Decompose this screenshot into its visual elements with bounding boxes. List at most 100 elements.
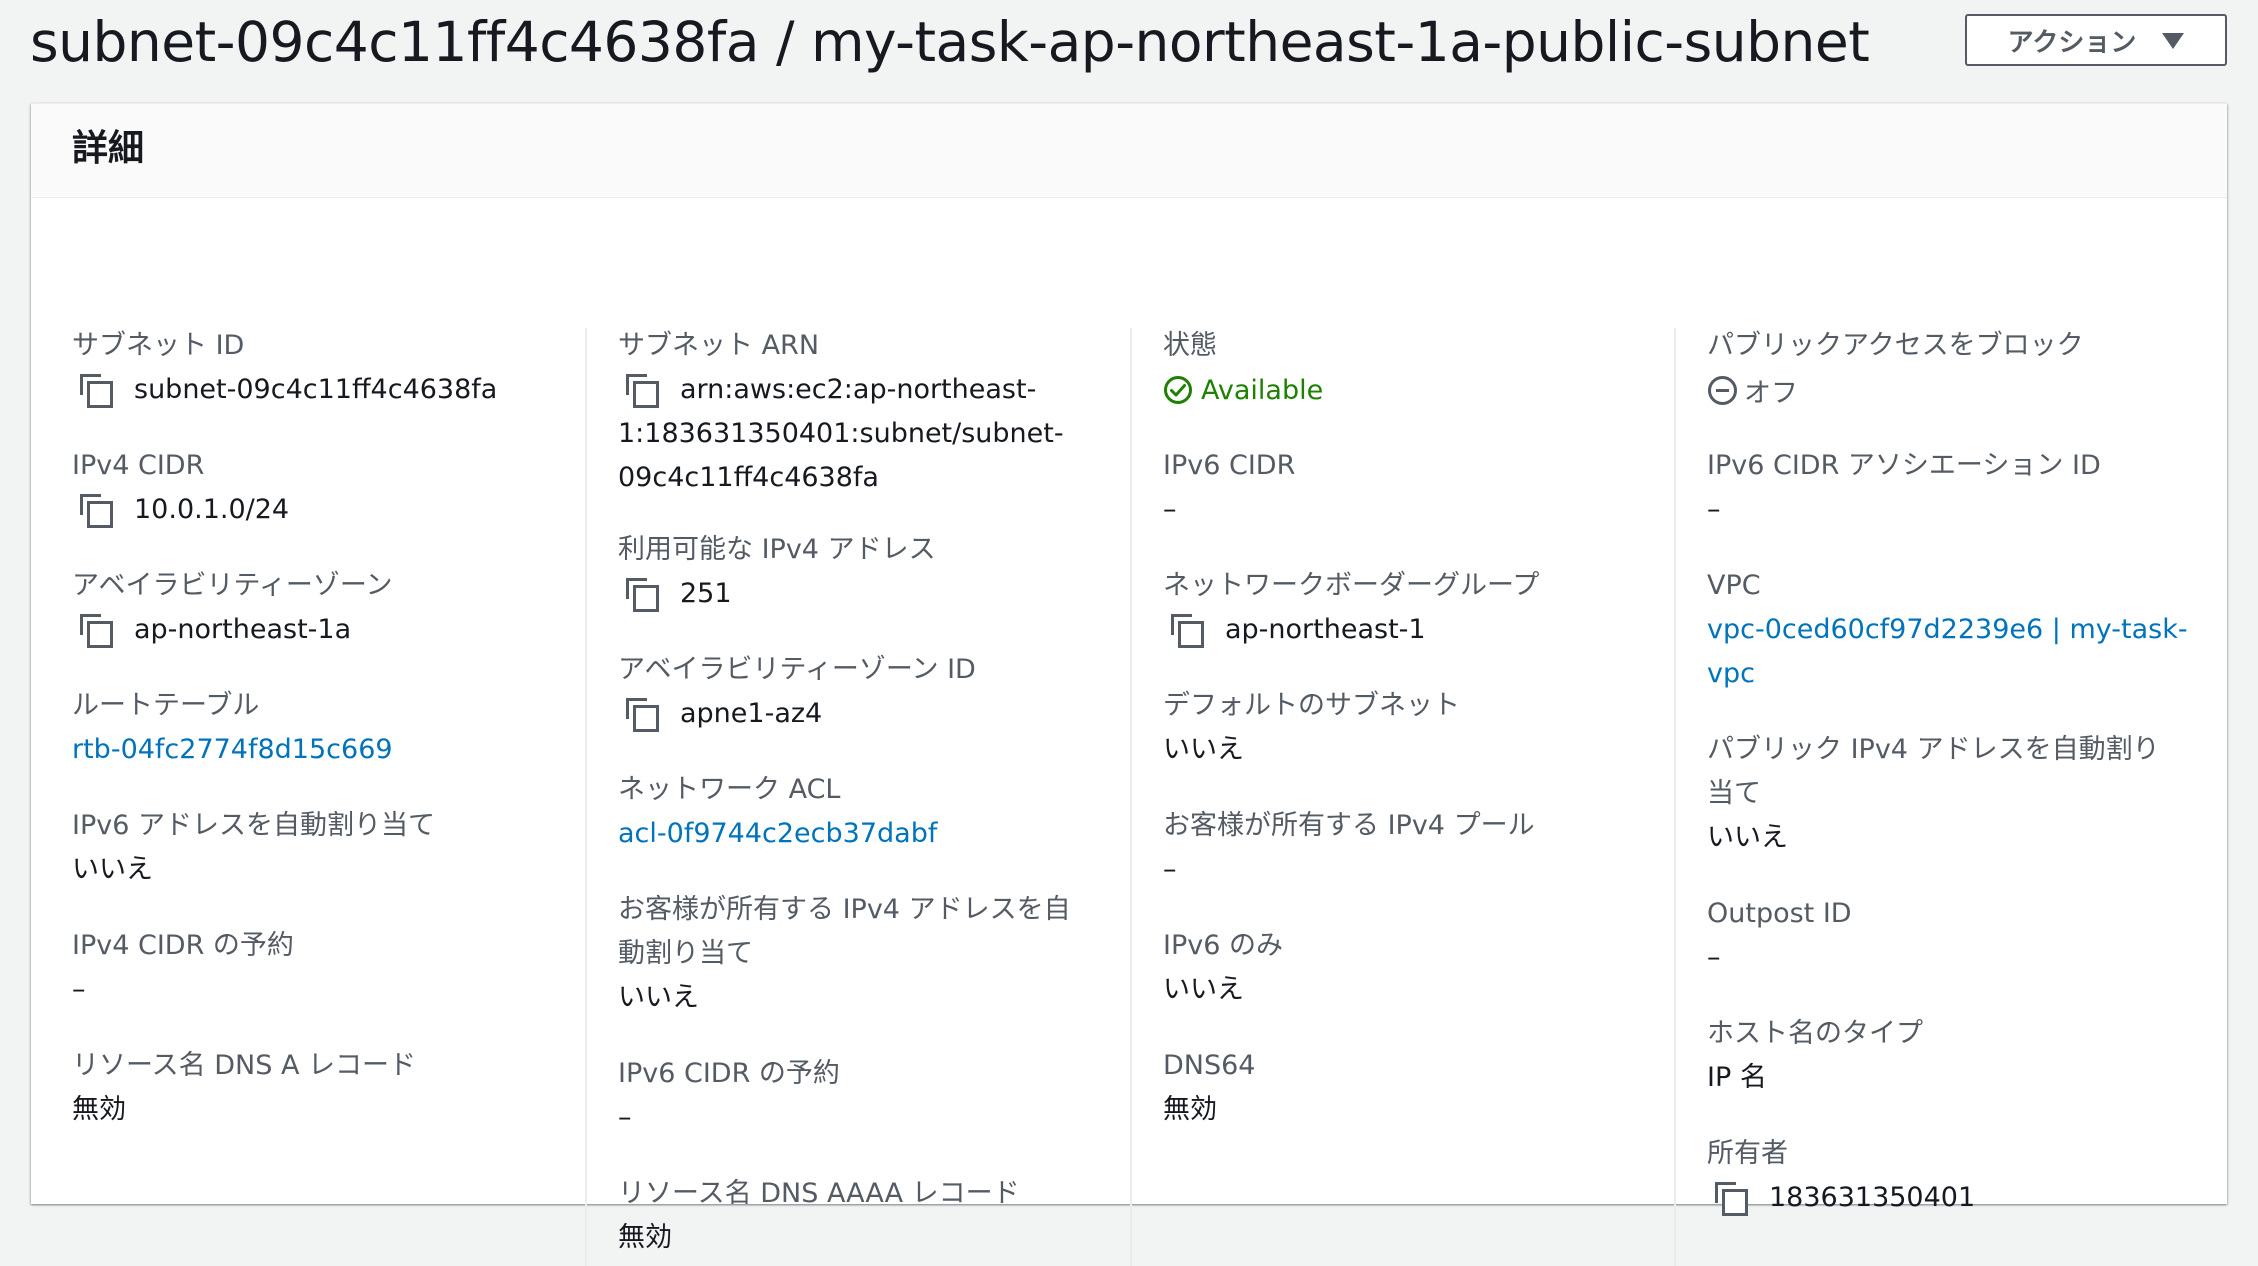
actions-dropdown-button[interactable]: アクション	[1965, 14, 2227, 66]
column-divider	[585, 328, 587, 1266]
available-ipv4-value: 251	[680, 578, 732, 609]
field-value: 251	[618, 572, 1118, 616]
field-ipv6-cidr-association-id: IPv6 CIDR アソシエーション ID –	[1707, 444, 2207, 532]
field-label: ネットワークボーダーグループ	[1163, 570, 1540, 601]
actions-label: アクション	[2007, 27, 2137, 58]
field-available-ipv4: 利用可能な IPv4 アドレス 251	[618, 528, 1118, 616]
field-value: IP 名	[1707, 1062, 1767, 1093]
subnet-arn-line-2: 1:183631350401:subnet/subnet-	[618, 418, 1064, 449]
copy-icon[interactable]	[78, 372, 114, 408]
minus-circle-icon	[1708, 375, 1737, 405]
field-ipv4-cidr: IPv4 CIDR 10.0.1.0/24	[72, 444, 572, 532]
field-label-line-2: 当て	[1707, 778, 1761, 809]
field-label: VPC	[1707, 570, 1761, 601]
field-label: ホスト名のタイプ	[1707, 1018, 1923, 1049]
field-availability-zone: アベイラビリティーゾーン ap-northeast-1a	[72, 564, 572, 652]
field-label: リソース名 DNS A レコード	[72, 1050, 416, 1081]
status-indicator: Available	[1163, 368, 1663, 412]
field-label: Outpost ID	[1707, 898, 1852, 929]
field-label: サブネット ID	[72, 330, 245, 361]
subnet-arn-line-3: 09c4c11ff4c4638fa	[618, 462, 879, 493]
field-label: デフォルトのサブネット	[1163, 690, 1460, 721]
check-circle-icon	[1164, 376, 1192, 404]
field-vpc: VPC vpc-0ced60cf97d2239e6 | my-task- vpc	[1707, 564, 2207, 696]
page-title: subnet-09c4c11ff4c4638fa / my-task-ap-no…	[30, 10, 1870, 74]
field-network-border-group: ネットワークボーダーグループ ap-northeast-1	[1163, 564, 1663, 652]
field-block-public-access: パブリックアクセスをブロック オフ	[1707, 324, 2207, 412]
field-outpost-id: Outpost ID –	[1707, 892, 2207, 980]
field-label: お客様が所有する IPv4 プール	[1163, 810, 1535, 841]
field-label: サブネット ARN	[618, 330, 820, 361]
copy-icon[interactable]	[624, 696, 660, 732]
field-customer-ipv4-auto-assign: お客様が所有する IPv4 アドレスを自 動割り当て いいえ	[618, 888, 1118, 1020]
field-value: 無効	[618, 1222, 672, 1253]
field-label-line-1: パブリック IPv4 アドレスを自動割り	[1707, 734, 2160, 765]
field-value: ap-northeast-1	[1163, 608, 1663, 652]
field-value: いいえ	[1163, 734, 1244, 765]
availability-zone-value: ap-northeast-1a	[134, 614, 352, 645]
owner-value: 183631350401	[1769, 1182, 1976, 1213]
field-availability-zone-id: アベイラビリティーゾーン ID apne1-az4	[618, 648, 1118, 736]
details-columns: サブネット ID subnet-09c4c11ff4c4638fa IPv4 C…	[31, 198, 2227, 1266]
field-ipv4-cidr-reservation: IPv4 CIDR の予約 –	[72, 924, 572, 1012]
field-ipv6-cidr: IPv6 CIDR –	[1163, 444, 1663, 532]
field-value: 無効	[1163, 1094, 1217, 1125]
field-label: リソース名 DNS AAAA レコード	[618, 1178, 1020, 1209]
copy-icon[interactable]	[78, 612, 114, 648]
field-customer-ipv4-pool: お客様が所有する IPv4 プール –	[1163, 804, 1663, 892]
field-state: 状態 Available	[1163, 324, 1663, 412]
availability-zone-id-value: apne1-az4	[680, 698, 823, 729]
field-value: –	[72, 974, 86, 1005]
field-value: 無効	[72, 1094, 126, 1125]
field-dns-a-record: リソース名 DNS A レコード 無効	[72, 1044, 572, 1132]
field-value: いいえ	[72, 854, 153, 885]
field-value: arn:aws:ec2:ap-northeast-	[618, 368, 1118, 412]
field-value: いいえ	[618, 982, 699, 1013]
field-label: 所有者	[1707, 1138, 1788, 1169]
copy-icon[interactable]	[1713, 1180, 1749, 1216]
field-value: 183631350401	[1707, 1176, 2207, 1220]
field-label: IPv4 CIDR	[72, 450, 205, 481]
field-label: IPv4 CIDR の予約	[72, 930, 294, 961]
field-dns-aaaa-record: リソース名 DNS AAAA レコード 無効	[618, 1172, 1118, 1260]
column-divider	[1674, 328, 1676, 1266]
field-label: パブリックアクセスをブロック	[1707, 330, 2084, 361]
copy-icon[interactable]	[624, 576, 660, 612]
column-divider	[1130, 328, 1132, 1266]
field-label: 状態	[1163, 330, 1217, 361]
field-label: ルートテーブル	[72, 690, 260, 721]
field-label: アベイラビリティーゾーン ID	[618, 654, 976, 685]
copy-icon[interactable]	[1169, 612, 1205, 648]
field-ipv6-auto-assign: IPv6 アドレスを自動割り当て いいえ	[72, 804, 572, 892]
field-owner: 所有者 183631350401	[1707, 1132, 2207, 1220]
vpc-link-line-1[interactable]: vpc-0ced60cf97d2239e6 | my-task-	[1707, 608, 2207, 652]
field-label: IPv6 のみ	[1163, 930, 1283, 961]
field-value: ap-northeast-1a	[72, 608, 572, 652]
ipv4-cidr-value: 10.0.1.0/24	[134, 494, 290, 525]
copy-icon[interactable]	[78, 492, 114, 528]
field-network-acl: ネットワーク ACL acl-0f9744c2ecb37dabf	[618, 768, 1118, 856]
network-acl-link[interactable]: acl-0f9744c2ecb37dabf	[618, 812, 1118, 856]
field-label: アベイラビリティーゾーン	[72, 570, 393, 601]
field-hostname-type: ホスト名のタイプ IP 名	[1707, 1012, 2207, 1100]
field-label-line-2: 動割り当て	[618, 938, 753, 969]
route-table-link[interactable]: rtb-04fc2774f8d15c669	[72, 728, 572, 772]
details-panel: 詳細 サブネット ID subnet-09c4c11ff4c4638fa IPv…	[31, 103, 2227, 1266]
vpc-link-line-2[interactable]: vpc	[1707, 652, 2207, 696]
field-value: いいえ	[1707, 822, 1788, 853]
field-subnet-arn: サブネット ARN arn:aws:ec2:ap-northeast- 1:18…	[618, 324, 1118, 500]
field-ipv6-only: IPv6 のみ いいえ	[1163, 924, 1663, 1012]
field-value: –	[618, 1102, 632, 1133]
page-header: subnet-09c4c11ff4c4638fa / my-task-ap-no…	[30, 0, 2230, 92]
details-panel-header: 詳細	[31, 104, 2227, 198]
off-indicator: オフ	[1707, 368, 2207, 412]
field-value: subnet-09c4c11ff4c4638fa	[72, 368, 572, 412]
copy-icon[interactable]	[624, 372, 660, 408]
field-route-table: ルートテーブル rtb-04fc2774f8d15c669	[72, 684, 572, 772]
field-default-subnet: デフォルトのサブネット いいえ	[1163, 684, 1663, 772]
field-label: IPv6 CIDR の予約	[618, 1058, 840, 1089]
field-value: –	[1163, 854, 1177, 885]
field-ipv6-cidr-reservation: IPv6 CIDR の予約 –	[618, 1052, 1118, 1140]
field-label: ネットワーク ACL	[618, 774, 841, 805]
field-value: いいえ	[1163, 974, 1244, 1005]
